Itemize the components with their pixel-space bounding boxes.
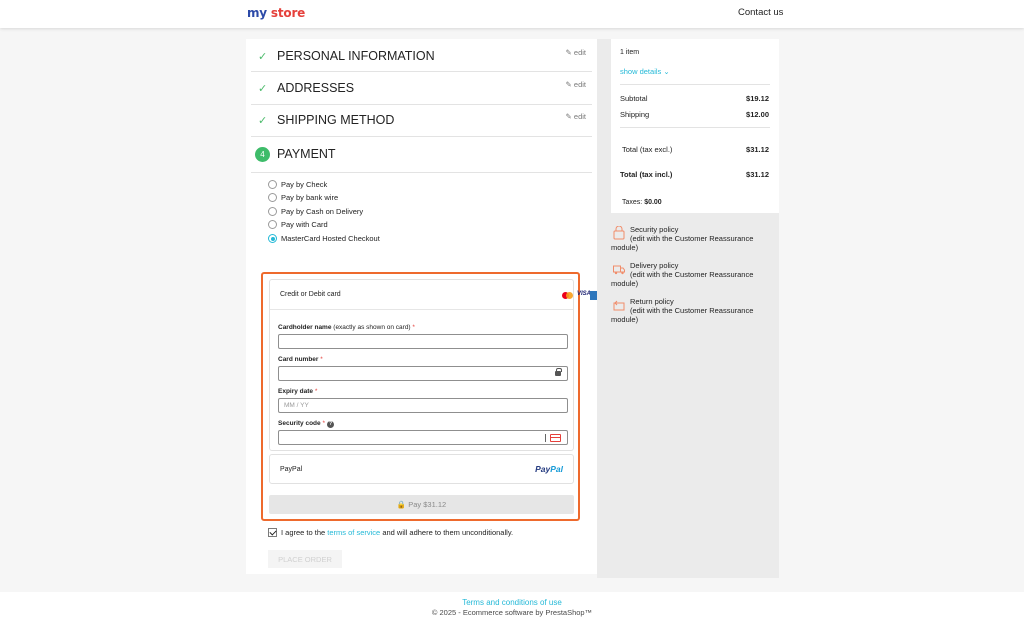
step-number-badge: 4 (255, 147, 270, 162)
subtotal-value: $19.12 (746, 94, 769, 103)
truck-icon (613, 265, 625, 275)
divider (620, 84, 770, 85)
cart-summary: 1 item show details ⌄ Subtotal $19.12 Sh… (611, 39, 779, 213)
site-header: my store Contact us (0, 0, 1024, 28)
card-number-label: Card number * (278, 356, 323, 363)
shield-lock-icon (613, 226, 625, 240)
shipping-label: Shipping (620, 110, 650, 119)
card-number-input[interactable] (278, 366, 568, 381)
radio-button-selected[interactable] (268, 234, 277, 243)
item-count: 1 item (620, 49, 640, 56)
security-code-input[interactable] (278, 430, 568, 445)
step-title: PERSONAL INFORMATION (277, 49, 435, 63)
card-payment-panel: Credit or Debit card VISA Cardholder nam… (269, 279, 598, 451)
copyright-text: © 2025 - Ecommerce software by PrestaSho… (431, 608, 593, 617)
step-payment: 4 PAYMENT (251, 137, 592, 173)
terms-of-service-link[interactable]: terms of service (327, 528, 380, 537)
cardholder-label: Cardholder name (exactly as shown on car… (278, 324, 415, 331)
store-logo[interactable]: my store (247, 6, 305, 20)
place-order-button[interactable]: PLACE ORDER (268, 550, 342, 568)
edit-link[interactable]: ✎ edit (566, 80, 586, 89)
step-title: SHIPPING METHOD (277, 113, 395, 127)
payment-option-bank-wire[interactable]: Pay by bank wire (268, 193, 338, 202)
check-icon: ✓ (258, 51, 268, 63)
pencil-icon: ✎ (565, 112, 572, 121)
total-excl-label: Total (tax excl.) (622, 145, 673, 154)
payment-option-cash-on-delivery[interactable]: Pay by Cash on Delivery (268, 207, 363, 216)
taxes-line: Taxes: $0.00 (622, 199, 662, 206)
terms-conditions-link[interactable]: Terms and conditions of use (0, 598, 1024, 607)
cursor-divider (545, 434, 546, 442)
security-code-label: Security code *? (278, 420, 334, 428)
reassurance-security: Security policy (edit with the Customer … (611, 225, 754, 252)
lock-icon (555, 368, 562, 376)
step-title: ADDRESSES (277, 81, 355, 95)
paypal-panel[interactable]: PayPal PayPal (269, 454, 574, 484)
total-incl-label: Total (tax incl.) (620, 170, 673, 179)
step-title: PAYMENT (277, 147, 336, 161)
visa-icon: VISA (577, 291, 592, 297)
site-footer: Terms and conditions of use © 2025 - Eco… (0, 592, 1024, 640)
step-shipping-method[interactable]: ✓ SHIPPING METHOD ✎ edit (251, 105, 592, 137)
edit-link[interactable]: ✎ edit (566, 112, 586, 121)
cardholder-name-input[interactable] (278, 334, 568, 349)
contact-us-link[interactable]: Contact us (738, 7, 783, 18)
reassurance-return: Return policy (edit with the Customer Re… (611, 297, 754, 324)
radio-button[interactable] (268, 220, 277, 229)
pencil-icon: ✎ (565, 80, 572, 89)
paypal-label: PayPal (280, 466, 303, 473)
shipping-value: $12.00 (746, 110, 769, 119)
payment-option-card[interactable]: Pay with Card (268, 220, 328, 229)
expiry-date-input[interactable]: MM / YY (278, 398, 568, 413)
help-icon[interactable]: ? (326, 421, 334, 428)
card-panel-header[interactable]: Credit or Debit card VISA (270, 280, 598, 310)
check-icon: ✓ (258, 115, 268, 127)
step-addresses[interactable]: ✓ ADDRESSES ✎ edit (251, 72, 592, 105)
show-details-link[interactable]: show details ⌄ (620, 67, 670, 76)
paypal-logo-icon: PayPal (535, 464, 563, 474)
reassurance-delivery: Delivery policy (edit with the Customer … (611, 261, 754, 288)
payment-option-mastercard-hosted[interactable]: MasterCard Hosted Checkout (268, 234, 380, 243)
step-personal-information[interactable]: ✓ PERSONAL INFORMATION ✎ edit (251, 40, 592, 72)
expiry-date-label: Expiry date * (278, 388, 318, 395)
total-excl-value: $31.12 (746, 145, 769, 154)
payment-option-check[interactable]: Pay by Check (268, 180, 327, 189)
cvv-card-icon (550, 434, 561, 442)
chevron-down-icon: ⌄ (663, 67, 670, 76)
terms-agreement: I agree to the terms of service and will… (268, 528, 513, 537)
pay-button[interactable]: 🔒 Pay $31.12 (269, 495, 574, 514)
radio-button[interactable] (268, 193, 277, 202)
payment-form-frame: Credit or Debit card VISA Cardholder nam… (261, 272, 598, 521)
total-incl-value: $31.12 (746, 170, 769, 179)
expiry-placeholder: MM / YY (284, 402, 309, 409)
divider (620, 127, 770, 128)
radio-button[interactable] (268, 180, 277, 189)
radio-button[interactable] (268, 207, 277, 216)
edit-link[interactable]: ✎ edit (566, 48, 586, 57)
pencil-icon: ✎ (565, 48, 572, 57)
check-icon: ✓ (258, 83, 268, 95)
card-panel-title: Credit or Debit card (280, 291, 341, 298)
return-box-icon (613, 300, 625, 311)
terms-checkbox[interactable] (268, 528, 277, 537)
mastercard-icon (561, 291, 575, 300)
subtotal-label: Subtotal (620, 94, 648, 103)
